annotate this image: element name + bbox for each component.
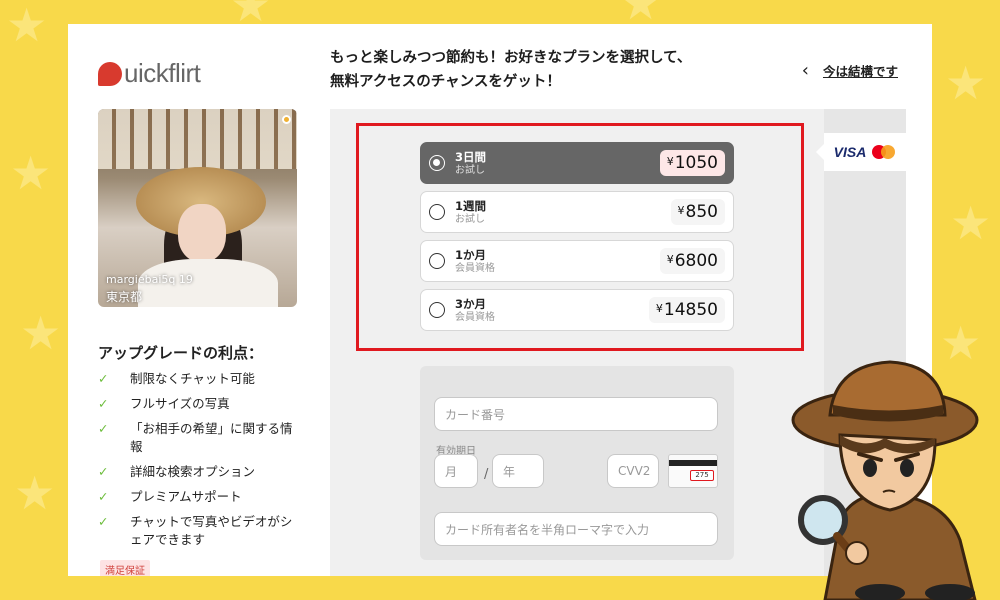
plan-title: 3日間 (455, 149, 487, 164)
plan-text: 3か月 会員資格 (455, 297, 649, 324)
check-icon: ✓ (98, 514, 109, 529)
check-icon: ✓ (98, 371, 109, 386)
skip-link[interactable]: ‹ 今は結構です (802, 60, 898, 81)
radio-button[interactable] (429, 302, 445, 318)
plan-option-1week[interactable]: 1週間 お試し ¥850 (420, 191, 734, 233)
benefits-list: ✓ 制限なくチャット可能 ✓ フルサイズの写真 ✓ 「お相手の希望」に関する情報 ✓ 詳… (98, 370, 303, 556)
card-stripe (669, 460, 717, 466)
detective-mascot-illustration (791, 360, 979, 600)
star-icon: ★ (945, 56, 987, 110)
profile-photo[interactable]: margiebai5q 19 東京都 (98, 109, 297, 307)
star-icon: ★ (14, 466, 56, 520)
page-title: もっと楽しみつつ節約も！お好きなプランを選択して、 無料アクセスのチャンスをゲッ… (330, 46, 691, 94)
plan-subtitle: 会員資格 (455, 262, 495, 274)
card-number-input[interactable]: カード番号 (434, 397, 718, 431)
plan-option-1month[interactable]: 1か月 会員資格 ¥6800 (420, 240, 734, 282)
price-value: 850 (685, 202, 718, 222)
yen-symbol: ¥ (655, 302, 663, 315)
list-item: ✓ プレミアムサポート (98, 488, 303, 506)
price-value: 6800 (674, 251, 718, 271)
plan-subtitle: お試し (455, 213, 485, 225)
expiry-separator: / (484, 467, 489, 482)
plan-price: ¥1050 (659, 150, 725, 176)
expiry-month-input[interactable]: 月 (434, 454, 478, 488)
list-item: ✓ 「お相手の希望」に関する情報 (98, 420, 303, 456)
plan-title: 1週間 (455, 198, 487, 213)
star-icon: ★ (10, 146, 52, 200)
star-icon: ★ (20, 306, 62, 360)
visa-icon: VISA (833, 144, 867, 160)
star-icon: ★ (950, 196, 992, 250)
photo-background (98, 109, 297, 169)
yen-symbol: ¥ (677, 204, 685, 217)
plan-option-3months[interactable]: 3か月 会員資格 ¥14850 (420, 289, 734, 331)
benefit-label: チャットで写真やビデオがシェアできます (130, 514, 293, 547)
radio-button[interactable] (429, 155, 445, 171)
photo-face (178, 204, 226, 262)
card-payment-tab[interactable]: VISA (816, 133, 906, 171)
skip-link-label: 今は結構です (822, 64, 898, 79)
profile-username: margiebai5q 19 (106, 273, 193, 286)
plan-price: ¥14850 (648, 297, 725, 323)
card-form: カード番号 有効期日 月 / 年 CVV2 275 カード所有者名を半角ローマ字… (420, 366, 734, 560)
plan-subtitle: お試し (455, 164, 485, 176)
list-item: ✓ 制限なくチャット可能 (98, 370, 303, 388)
check-icon: ✓ (98, 421, 109, 436)
profile-city: 東京都 (106, 290, 143, 304)
plan-text: 1か月 会員資格 (455, 248, 660, 275)
guarantee-badge: 満足保証 (100, 560, 150, 576)
expiry-year-input[interactable]: 年 (492, 454, 544, 488)
list-item: ✓ 詳細な検索オプション (98, 463, 303, 481)
benefit-label: 制限なくチャット可能 (130, 371, 255, 386)
benefit-label: 「お相手の希望」に関する情報 (130, 421, 293, 454)
plan-subtitle: 会員資格 (455, 311, 495, 323)
list-item: ✓ フルサイズの写真 (98, 395, 303, 413)
cvv-hint-icon: 275 (668, 454, 718, 488)
price-value: 14850 (663, 300, 718, 320)
headline-line: もっと楽しみつつ節約も！お好きなプランを選択して、 (330, 50, 692, 66)
radio-button[interactable] (429, 253, 445, 269)
check-icon: ✓ (98, 396, 109, 411)
yen-symbol: ¥ (666, 155, 674, 168)
quickflirt-logo[interactable]: uickflirt (98, 58, 201, 89)
plan-price: ¥850 (670, 199, 725, 225)
price-value: 1050 (674, 153, 718, 173)
benefit-label: プレミアムサポート (130, 489, 242, 504)
plan-title: 3か月 (455, 296, 487, 311)
radio-button[interactable] (429, 204, 445, 220)
logo-text: uickflirt (124, 58, 201, 88)
star-icon: ★ (6, 0, 48, 52)
plan-price: ¥6800 (659, 248, 725, 274)
star-icon: ★ (620, 0, 662, 30)
check-icon: ✓ (98, 489, 109, 504)
yen-symbol: ¥ (666, 253, 674, 266)
plan-text: 3日間 お試し (455, 150, 660, 177)
cvv-input[interactable]: CVV2 (607, 454, 659, 488)
plan-option-3days[interactable]: 3日間 お試し ¥1050 (420, 142, 734, 184)
benefit-label: フルサイズの写真 (130, 396, 230, 411)
chevron-left-icon: ‹ (801, 60, 809, 81)
benefit-label: 詳細な検索オプション (130, 464, 256, 479)
mastercard-icon (872, 145, 896, 159)
plan-title: 1か月 (455, 247, 487, 262)
cardholder-name-input[interactable]: カード所有者名を半角ローマ字で入力 (434, 512, 718, 546)
headline-line: 無料アクセスのチャンスをゲット！ (330, 74, 561, 90)
list-item: ✓ チャットで写真やビデオがシェアできます (98, 513, 303, 549)
cvv-sample: 275 (690, 470, 714, 481)
online-status-dot (282, 115, 291, 124)
logo-q-icon (98, 61, 122, 86)
benefits-title: アップグレードの利点： (98, 344, 264, 362)
plan-text: 1週間 お試し (455, 199, 671, 226)
check-icon: ✓ (98, 464, 109, 479)
